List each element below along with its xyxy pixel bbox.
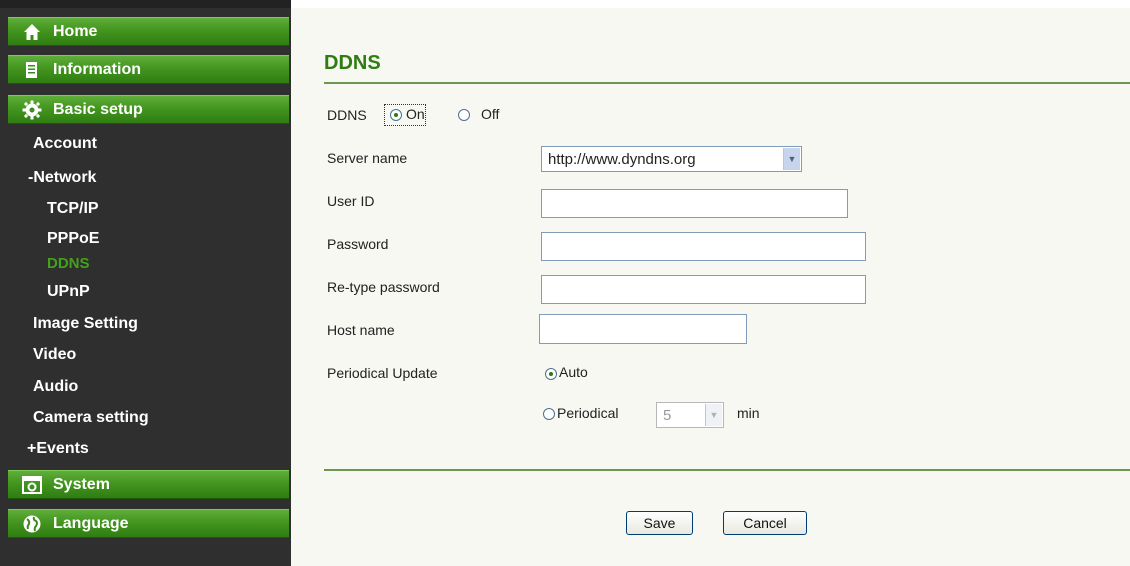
submenu-account[interactable]: Account [33,135,97,153]
ddns-label: DDNS [327,107,367,123]
page-title: DDNS [324,52,381,74]
sidebar: Home Information Basic setup Account -Ne… [0,0,291,566]
menu-basic-setup-label: Basic setup [53,100,143,118]
menu-system[interactable]: System [8,470,289,499]
server-name-value: http://www.dyndns.org [548,151,696,168]
home-icon [22,22,42,42]
submenu-events[interactable]: +Events [27,440,89,458]
menu-system-label: System [53,475,110,493]
retype-password-label: Re-type password [327,279,440,295]
submenu-network[interactable]: -Network [28,169,96,187]
document-icon [22,60,42,80]
menu-language[interactable]: Language [8,509,289,538]
content-panel: DDNS DDNS On Off Server name http://www.… [291,0,1130,566]
menu-home-label: Home [53,22,98,40]
submenu-audio[interactable]: Audio [33,378,78,396]
auto-radio[interactable] [545,368,557,380]
cancel-button[interactable]: Cancel [723,511,807,535]
chevron-down-icon: ▼ [705,404,722,426]
password-label: Password [327,236,389,252]
ddns-on-label[interactable]: On [406,106,425,122]
save-button[interactable]: Save [626,511,693,535]
submenu-video[interactable]: Video [33,346,76,364]
periodical-radio[interactable] [543,408,555,420]
host-name-input[interactable] [539,314,747,344]
menu-information-label: Information [53,60,141,78]
periodical-label[interactable]: Periodical [557,405,618,421]
periodical-update-label: Periodical Update [327,365,438,381]
title-divider [324,82,1130,84]
submenu-image-setting[interactable]: Image Setting [33,315,138,333]
gear-icon [22,100,42,120]
chevron-down-icon: ▼ [783,148,800,170]
submenu-ddns[interactable]: DDNS [47,255,90,272]
submenu-pppoe[interactable]: PPPoE [47,230,99,248]
password-input[interactable] [541,232,866,261]
user-id-label: User ID [327,193,375,209]
ddns-off-radio[interactable] [458,109,470,121]
periodical-interval-value: 5 [663,407,672,424]
ddns-off-label[interactable]: Off [481,106,499,122]
menu-home[interactable]: Home [8,17,289,46]
submenu-upnp[interactable]: UPnP [47,283,90,301]
menu-information[interactable]: Information [8,55,289,84]
server-name-select[interactable]: http://www.dyndns.org ▼ [541,146,802,172]
bottom-divider [324,469,1130,471]
menu-basic-setup[interactable]: Basic setup [8,95,289,124]
submenu-camera-setting[interactable]: Camera setting [33,409,149,427]
retype-password-input[interactable] [541,275,866,304]
menu-language-label: Language [53,514,129,532]
ddns-on-radio[interactable] [390,109,402,121]
host-name-label: Host name [327,322,395,338]
user-id-input[interactable] [541,189,848,218]
periodical-interval-select[interactable]: 5 ▼ [656,402,724,428]
auto-label[interactable]: Auto [559,364,588,380]
content-top-strip [291,0,1130,8]
sidebar-top-strip [0,0,291,8]
server-name-label: Server name [327,150,408,166]
globe-icon [22,514,42,534]
min-label: min [737,405,760,421]
system-icon [22,475,42,495]
submenu-tcpip[interactable]: TCP/IP [47,200,99,218]
